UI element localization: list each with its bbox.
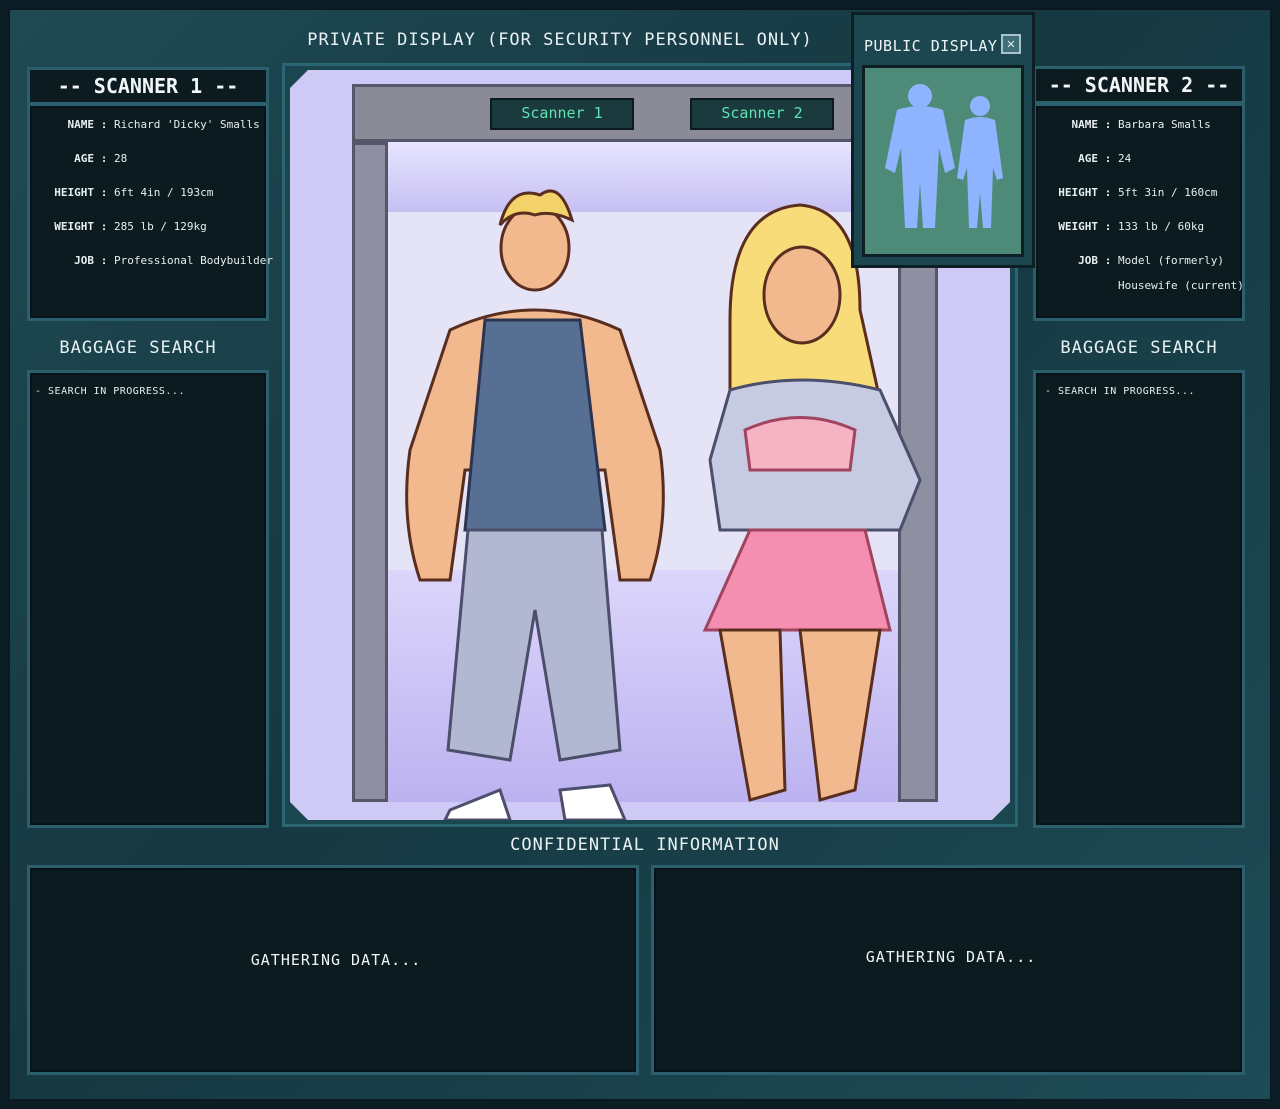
age-value: 24 <box>1118 152 1132 165</box>
scanner-2-info-panel: NAME: Barbara Smalls AGE:24 HEIGHT:5ft 3i… <box>1033 103 1245 321</box>
info-row-name: NAME: Richard 'Dicky' Smalls <box>67 118 260 131</box>
silhouette-icon <box>885 84 1003 228</box>
age-value: 28 <box>114 152 128 165</box>
height-value: 5ft 3in / 160cm <box>1118 186 1218 199</box>
job-value: Model (formerly) <box>1118 254 1224 267</box>
scanner-1-sign: Scanner 1 <box>490 98 634 130</box>
confidential-right-panel: GATHERING DATA... <box>651 865 1245 1075</box>
close-public-display-button[interactable]: ✕ <box>1001 34 1021 54</box>
confidential-title: CONFIDENTIAL INFORMATION <box>510 835 780 855</box>
job-extra-value: Housewife (current) <box>1118 279 1244 292</box>
female-character <box>702 203 922 802</box>
scanner-2-baggage-status: - SEARCH IN PROGRESS... <box>1045 386 1195 397</box>
info-row-age: AGE:28 <box>74 152 128 165</box>
scanner-2-baggage-title: BAGGAGE SEARCH <box>1060 338 1218 358</box>
scanner-1-title: -- SCANNER 1 -- <box>27 67 269 105</box>
weight-value: 133 lb / 60kg <box>1118 220 1205 233</box>
public-display-screen <box>862 65 1024 257</box>
info-row-age: AGE:24 <box>1078 152 1132 165</box>
info-row-weight: WEIGHT:285 lb / 129kg <box>54 220 207 233</box>
male-character <box>405 189 665 820</box>
scanner-1-baggage-title: BAGGAGE SEARCH <box>59 338 217 358</box>
info-row-name: NAME: Barbara Smalls <box>1071 118 1211 131</box>
confidential-right-status: GATHERING DATA... <box>865 948 1037 966</box>
private-display-title: PRIVATE DISPLAY (FOR SECURITY PERSONNEL … <box>307 30 813 50</box>
scanner-arch-left <box>352 142 388 802</box>
job-value: Professional Bodybuilder <box>114 254 273 267</box>
confidential-left-panel: GATHERING DATA... <box>27 865 639 1075</box>
info-row-job: JOB: Model (formerly) <box>1078 254 1224 267</box>
info-row-job: JOB: Professional Bodybuilder <box>74 254 273 267</box>
scanner-1-info-panel: NAME: Richard 'Dicky' Smalls AGE:28 HEIGH… <box>27 103 273 321</box>
public-display-title: PUBLIC DISPLAY <box>864 37 998 55</box>
scanner-2-title: -- SCANNER 2 -- <box>1033 66 1245 104</box>
public-display-window: PUBLIC DISPLAY ✕ <box>851 12 1035 268</box>
height-value: 6ft 4in / 193cm <box>114 186 214 199</box>
weight-value: 285 lb / 129kg <box>114 220 207 233</box>
scanner-1-baggage-status: - SEARCH IN PROGRESS... <box>35 386 185 397</box>
name-value: Richard 'Dicky' Smalls <box>114 118 260 131</box>
scanner-1-baggage-panel: - SEARCH IN PROGRESS... <box>27 370 269 828</box>
confidential-left-status: GATHERING DATA... <box>250 951 422 969</box>
name-value: Barbara Smalls <box>1118 118 1211 131</box>
info-row-height: HEIGHT:6ft 4in / 193cm <box>54 186 214 199</box>
scanner-2-sign: Scanner 2 <box>690 98 834 130</box>
scanner-2-baggage-panel: - SEARCH IN PROGRESS... <box>1033 370 1245 828</box>
info-row-job-extra: Housewife (current) <box>1118 279 1244 292</box>
info-row-height: HEIGHT:5ft 3in / 160cm <box>1058 186 1218 199</box>
info-row-weight: WEIGHT:133 lb / 60kg <box>1058 220 1205 233</box>
